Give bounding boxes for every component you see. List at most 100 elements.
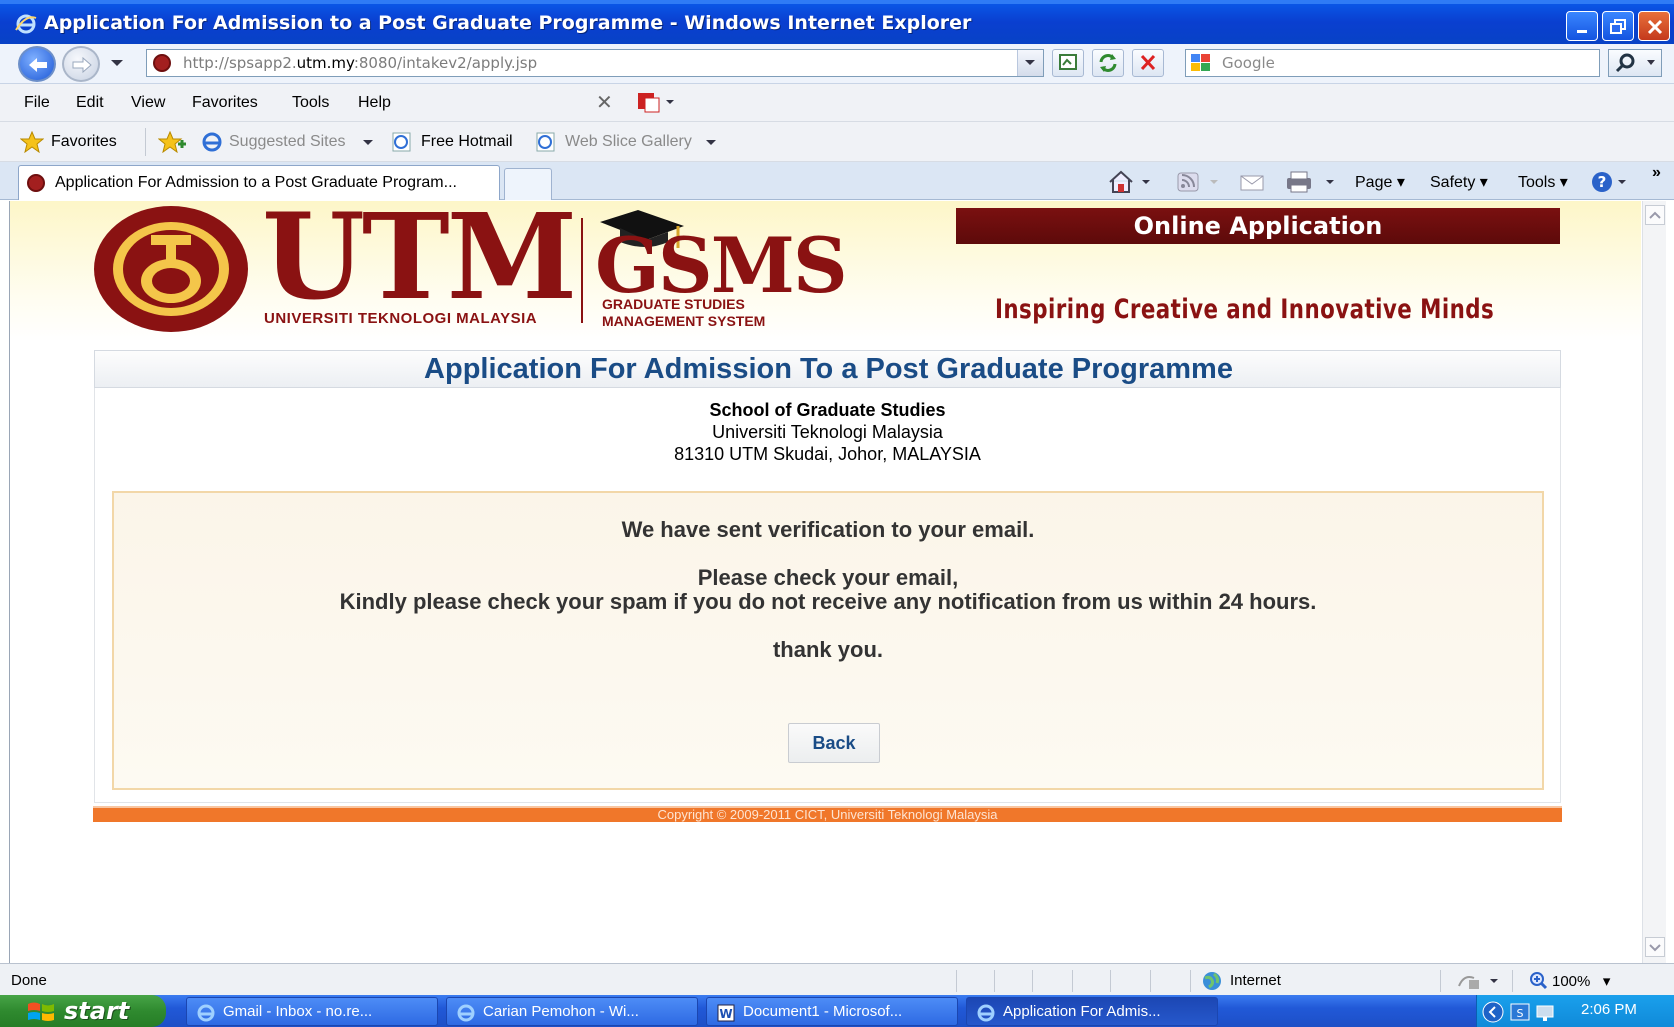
zoom-level[interactable]: 100% ▾: [1552, 972, 1610, 990]
gsms-logo-text: GSMS: [595, 221, 848, 310]
refresh-button[interactable]: [1092, 49, 1124, 77]
page-title: Application For Admission To a Post Grad…: [424, 353, 1233, 385]
home-icon[interactable]: [1108, 170, 1154, 194]
start-label: start: [64, 997, 130, 1025]
taskbar-item-label: Carian Pemohon - Wi...: [483, 1003, 639, 1020]
security-zone: Internet: [1230, 972, 1281, 989]
word-document-icon: W: [717, 1004, 735, 1022]
tray-icons[interactable]: S: [1481, 1000, 1571, 1024]
close-toolbar-icon[interactable]: ✕: [596, 90, 613, 114]
google-icon: [1191, 54, 1210, 71]
scroll-up-button[interactable]: [1645, 205, 1665, 225]
translate-icon[interactable]: [636, 90, 676, 114]
forward-button[interactable]: [62, 46, 100, 82]
address-dropdown-button[interactable]: [1017, 50, 1043, 76]
scroll-down-button[interactable]: [1645, 937, 1665, 957]
gsms-subtitle-line-1: GRADUATE STUDIES: [602, 296, 745, 312]
search-go-button[interactable]: [1608, 49, 1662, 77]
favorites-item-suggested-sites[interactable]: Suggested Sites: [229, 133, 346, 151]
university-address: 81310 UTM Skudai, Johor, MALAYSIA: [674, 444, 981, 464]
menu-bar: File Edit View Favorites Tools Help ✕: [0, 84, 1674, 122]
utm-logo-text: UTM: [262, 187, 577, 326]
add-favorite-icon[interactable]: [158, 131, 186, 153]
status-separator: [1032, 970, 1033, 992]
history-dropdown-icon[interactable]: [110, 58, 124, 68]
message-thank-you: thank you.: [772, 637, 883, 662]
message-check-spam: Kindly please check your spam if you do …: [339, 589, 1317, 614]
safety-menu[interactable]: Safety ▾: [1430, 172, 1488, 192]
minimize-button[interactable]: [1566, 11, 1598, 41]
tab-favicon-icon: [27, 174, 45, 192]
internet-zone-icon: [1203, 972, 1221, 990]
window-title: Application For Admission to a Post Grad…: [44, 12, 972, 34]
stop-button[interactable]: [1132, 49, 1164, 77]
internet-explorer-icon: [15, 14, 37, 34]
ie-icon: [457, 1004, 475, 1022]
vertical-scrollbar[interactable]: [1642, 201, 1666, 963]
back-arrow-icon: [29, 58, 47, 72]
favorites-separator: [145, 128, 146, 156]
chevron-down-icon[interactable]: [705, 139, 717, 147]
more-commands-icon[interactable]: »: [1652, 164, 1661, 182]
refresh-icon: [1099, 54, 1117, 72]
menu-view[interactable]: View: [131, 94, 165, 112]
favorites-item-web-slice-gallery[interactable]: Web Slice Gallery: [565, 133, 692, 151]
online-application-banner: Online Application: [956, 208, 1560, 244]
menu-tools[interactable]: Tools: [292, 94, 329, 112]
forward-arrow-icon: [72, 56, 92, 74]
page-menu[interactable]: Page ▾: [1355, 172, 1405, 192]
compatibility-view-button[interactable]: [1052, 49, 1084, 77]
favorites-button[interactable]: Favorites: [51, 133, 117, 151]
status-separator: [1150, 970, 1151, 992]
address-field[interactable]: http://spsapp2.utm.my:8080/intakev2/appl…: [146, 49, 1044, 77]
system-tray: S 2:06 PM: [1476, 995, 1674, 1027]
taskbar-item-gmail[interactable]: Gmail - Inbox - no.re...: [186, 997, 438, 1026]
back-button[interactable]: [18, 46, 56, 82]
menu-favorites[interactable]: Favorites: [192, 94, 258, 112]
windows-taskbar: start Gmail - Inbox - no.re... Carian Pe…: [0, 995, 1674, 1027]
menu-help[interactable]: Help: [358, 94, 391, 112]
url-text: http://spsapp2.utm.my:8080/intakev2/appl…: [183, 54, 538, 72]
protected-mode-icon[interactable]: [1456, 970, 1504, 992]
help-icon[interactable]: ?: [1590, 170, 1634, 194]
status-separator: [994, 970, 995, 992]
chevron-down-icon[interactable]: [362, 139, 374, 147]
chevron-up-icon: [1649, 211, 1661, 219]
page-heading-band: Application For Admission To a Post Grad…: [94, 350, 1561, 388]
taskbar-item-label: Gmail - Inbox - no.re...: [223, 1003, 373, 1020]
favorites-item-free-hotmail[interactable]: Free Hotmail: [421, 133, 513, 151]
banner-tagline: Inspiring Creative and Innovative Minds: [995, 294, 1495, 325]
copyright-footer: Copyright © 2009-2011 CICT, Universiti T…: [93, 806, 1562, 822]
status-separator: [1190, 970, 1191, 992]
verification-message-box: We have sent verification to your email.…: [112, 491, 1544, 790]
start-button[interactable]: start: [0, 995, 166, 1027]
message-sent-verification: We have sent verification to your email.: [621, 517, 1035, 542]
feeds-icon[interactable]: [1176, 170, 1222, 194]
tools-menu[interactable]: Tools ▾: [1518, 172, 1568, 192]
print-icon[interactable]: [1284, 170, 1340, 194]
back-button-page[interactable]: Back: [788, 723, 880, 763]
status-separator: [1440, 970, 1441, 992]
read-mail-icon[interactable]: [1238, 170, 1268, 194]
taskbar-item-application[interactable]: Application For Admis...: [966, 997, 1218, 1026]
gsms-subtitle-line-2: MANAGEMENT SYSTEM: [602, 313, 766, 329]
svg-text:?: ?: [1598, 173, 1607, 191]
school-address-block: School of Graduate Studies Universiti Te…: [94, 399, 1561, 465]
title-bar: Application For Admission to a Post Grad…: [0, 0, 1674, 44]
menu-file[interactable]: File: [24, 94, 50, 112]
restore-button[interactable]: [1602, 11, 1634, 41]
status-text: Done: [11, 972, 47, 989]
taskbar-item-carian-pemohon[interactable]: Carian Pemohon - Wi...: [446, 997, 698, 1026]
menu-edit[interactable]: Edit: [76, 94, 104, 112]
taskbar-item-document1[interactable]: W Document1 - Microsof...: [706, 997, 958, 1026]
chevron-down-icon: [1025, 60, 1035, 65]
svg-text:W: W: [719, 1007, 732, 1021]
search-field[interactable]: Google: [1185, 49, 1600, 77]
close-button[interactable]: [1638, 11, 1670, 41]
address-toolbar: http://spsapp2.utm.my:8080/intakev2/appl…: [0, 44, 1674, 84]
status-bar: Done Internet 100% ▾: [0, 963, 1674, 995]
ie-icon: [977, 1004, 995, 1022]
taskbar-item-label: Application For Admis...: [1003, 1003, 1161, 1020]
utm-seal-logo: [94, 206, 248, 332]
tab-row: Application For Admission to a Post Grad…: [0, 162, 1674, 200]
